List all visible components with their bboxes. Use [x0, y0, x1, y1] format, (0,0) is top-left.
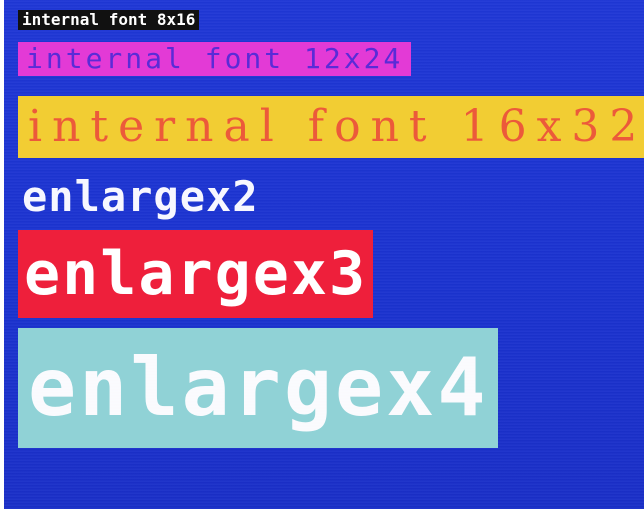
line-enlarge-x2: enlargex2 — [22, 172, 259, 221]
line-enlarge-x3: enlargex3 — [18, 230, 374, 318]
line-enlarge-x4: enlargex4 — [18, 328, 499, 448]
line-internal-font-16x32: internal font 16x32 — [18, 96, 644, 158]
line-internal-font-8x16: internal font 8x16 — [18, 10, 200, 30]
lcd-screen: internal font 8x16 internal font 12x24 i… — [4, 0, 644, 509]
line-internal-font-12x24: internal font 12x24 — [18, 42, 412, 76]
